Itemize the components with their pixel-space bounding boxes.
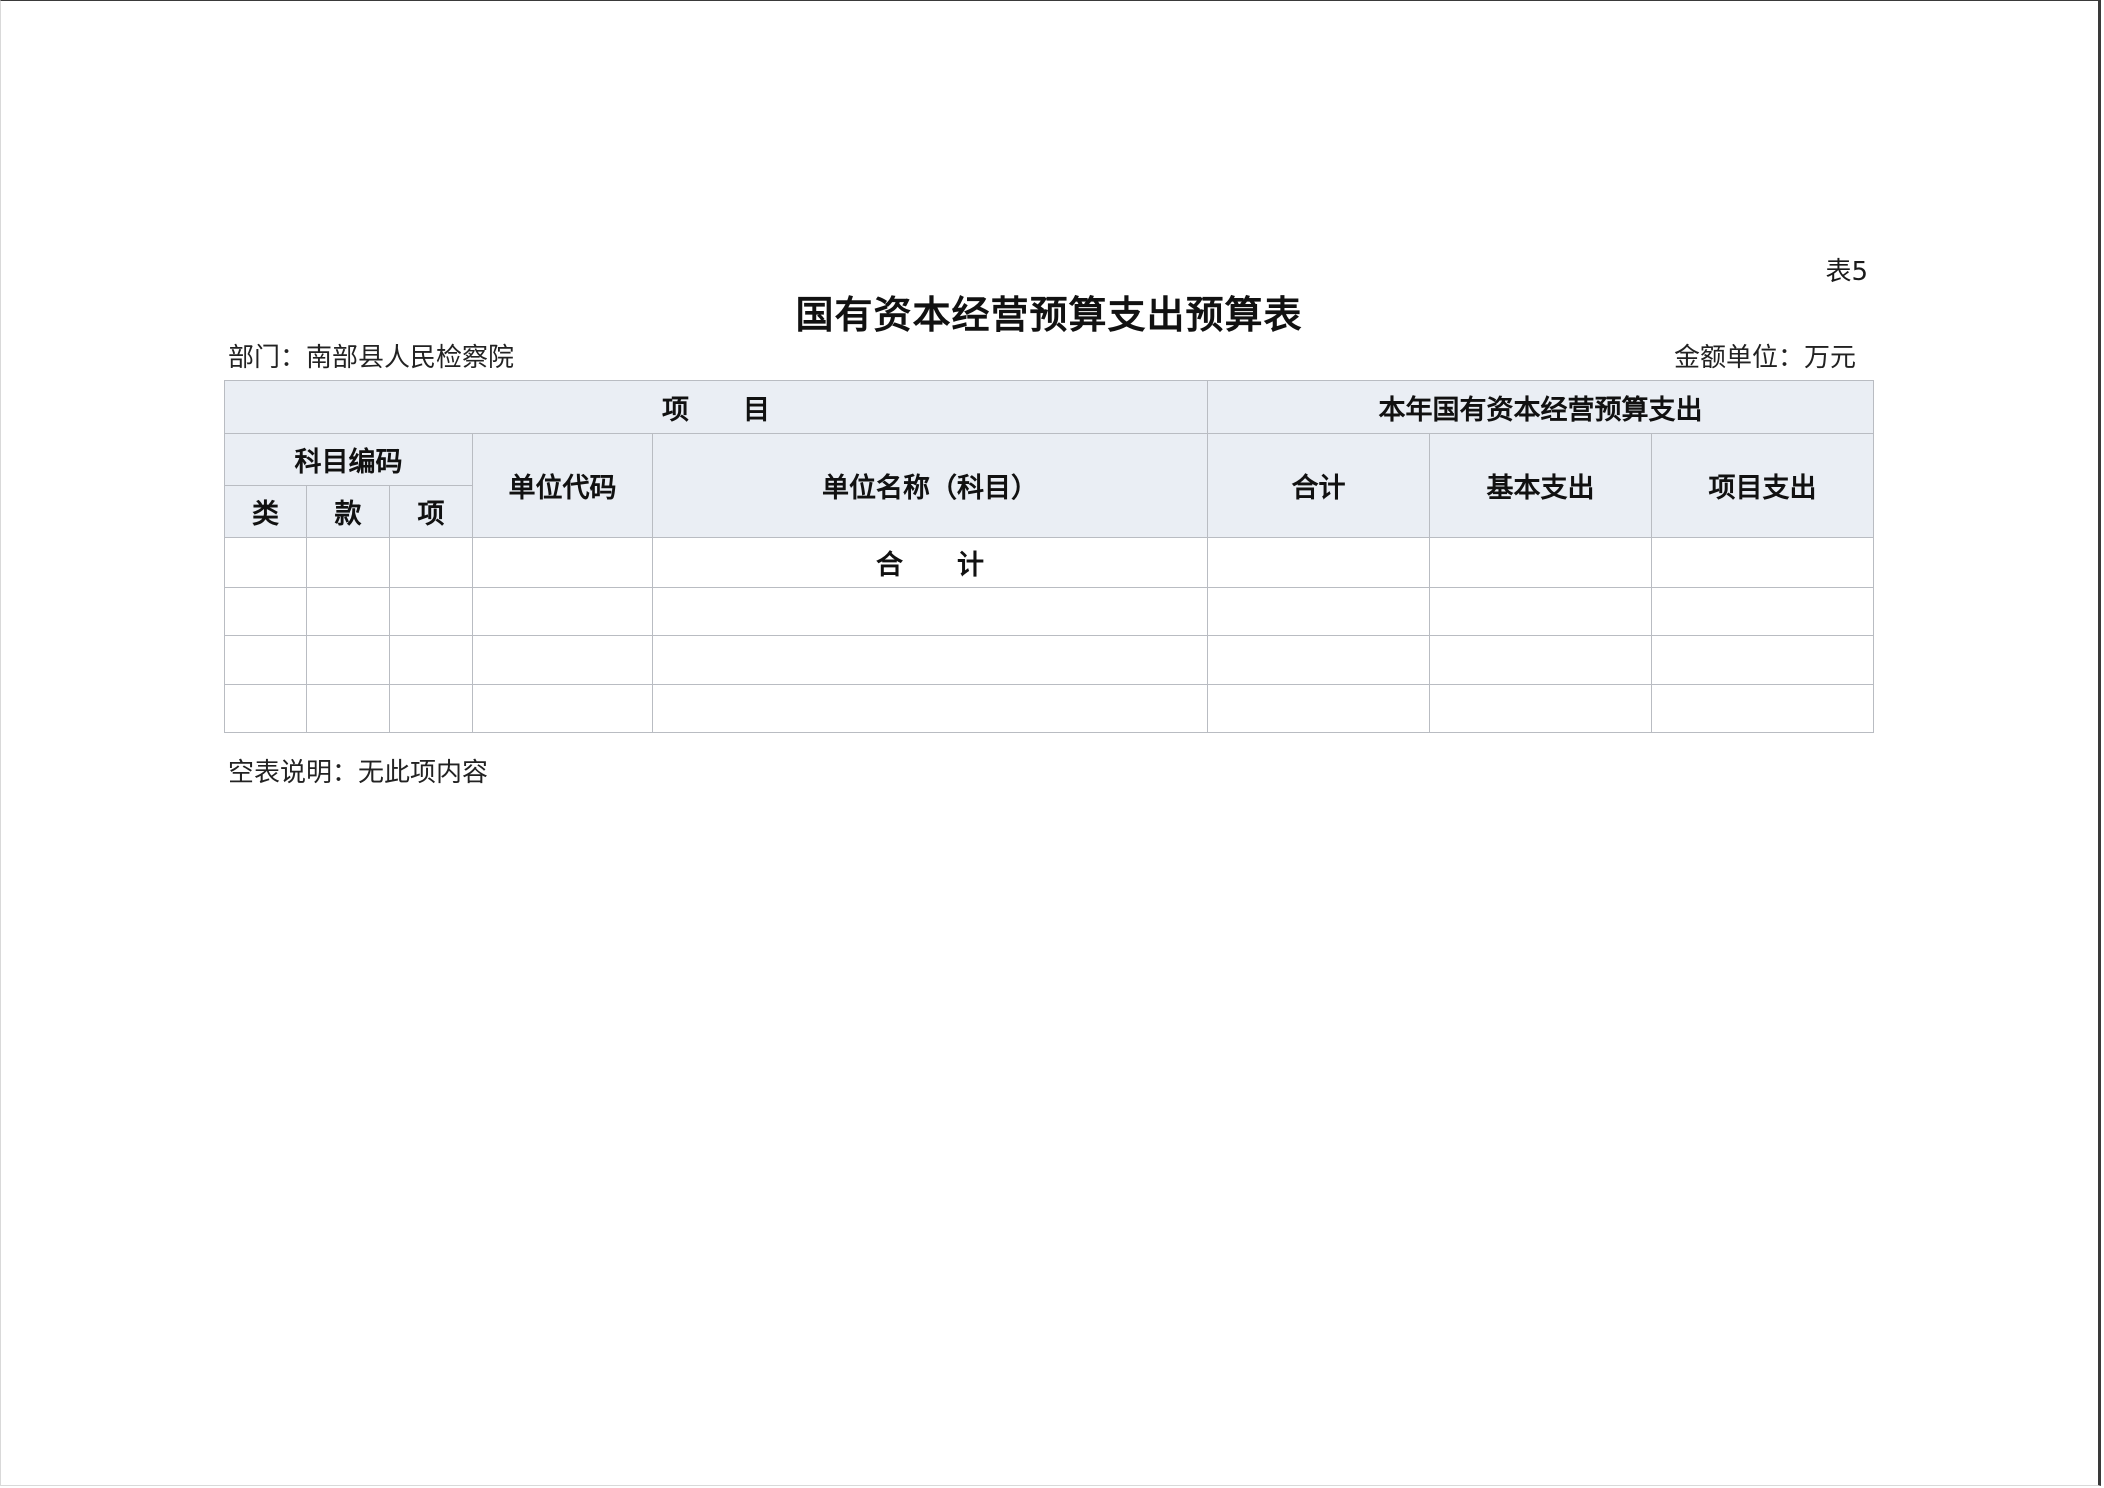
header-expenditure: 本年国有资本经营预算支出 [1207,380,1875,434]
budget-table: 项 目 本年国有资本经营预算支出 科目编码 单位代码 单位名称（科目） 合计 基… [223,380,1875,733]
table-cell [1429,684,1653,733]
page-title: 国有资本经营预算支出预算表 [795,292,1303,337]
header-row-1: 项 目 本年国有资本经营预算支出 [223,380,1875,434]
amount-unit-label: 金额单位：万元 [1673,343,1856,373]
table-cell [472,537,653,588]
table-row [224,587,1875,636]
header-section: 款 [306,485,390,538]
table-cell [389,537,473,588]
header-basic-expenditure: 基本支出 [1429,433,1653,538]
table-cell [224,587,307,636]
table-cell [306,537,390,588]
table-cell [389,587,473,636]
table-cell [389,635,473,685]
table-cell [1207,587,1431,636]
table-cell [651,684,1209,733]
table-cell [224,537,307,588]
table-cell [651,587,1209,636]
header-items: 项 目 [223,380,1209,434]
table-cell [224,635,307,685]
header-item: 项 [389,485,473,538]
header-category: 类 [224,485,307,538]
table-row [224,684,1875,733]
page-frame [0,0,2101,1486]
header-subject-code: 科目编码 [224,433,473,486]
table-cell [306,635,390,685]
table-cell [1429,635,1653,685]
header-row-2: 科目编码 单位代码 单位名称（科目） 合计 基本支出 项目支出 [224,433,1875,538]
table-cell [1207,684,1431,733]
table-cell [472,587,653,636]
table-cell [1207,537,1431,588]
table-cell [1651,587,1875,636]
table-row [224,635,1875,685]
table-cell [389,684,473,733]
header-unit-code: 单位代码 [472,433,653,538]
table-cell [472,684,653,733]
table-cell [1207,635,1431,685]
header-total: 合计 [1207,433,1431,538]
table-number: 表5 [1825,257,1868,287]
table-cell [651,635,1209,685]
table-cell [1429,537,1653,588]
table-cell [1429,587,1653,636]
table-cell [224,684,307,733]
header-unit-name: 单位名称（科目） [651,433,1209,538]
table-cell [472,635,653,685]
table-cell [1651,635,1875,685]
table-cell [306,587,390,636]
total-row-label: 合 计 [651,537,1209,588]
department-label: 部门：南部县人民检察院 [228,343,515,373]
table-cell [1651,537,1875,588]
empty-table-note: 空表说明：无此项内容 [228,758,489,788]
table-cell [306,684,390,733]
table-row: 合 计 [224,537,1875,588]
table-cell [1651,684,1875,733]
header-project-expenditure: 项目支出 [1651,433,1875,538]
